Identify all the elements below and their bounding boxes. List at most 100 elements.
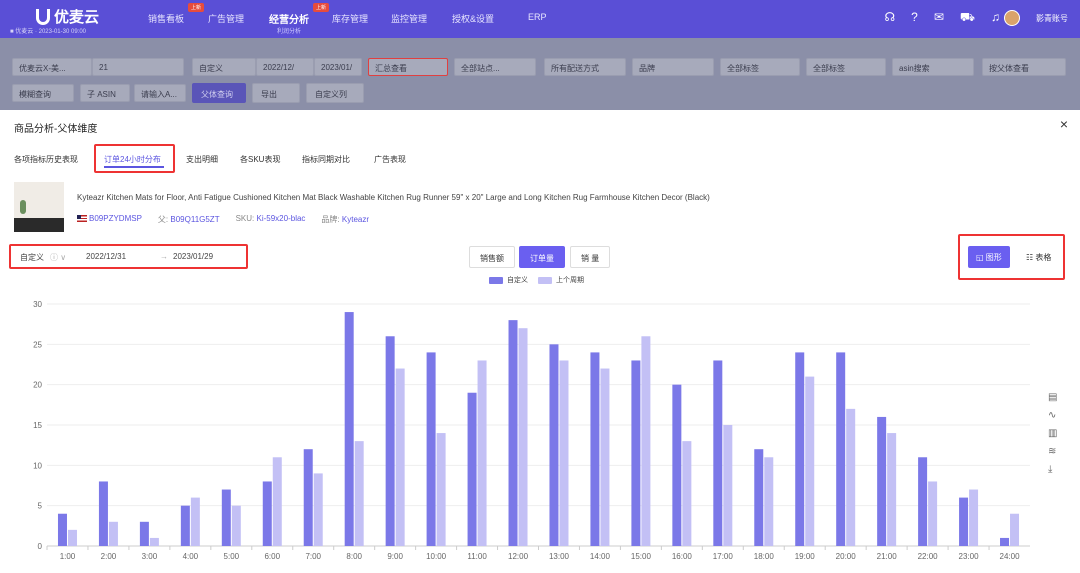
bar-current[interactable] xyxy=(672,384,682,546)
brand-select[interactable]: 品牌 xyxy=(632,58,714,76)
bar-current[interactable] xyxy=(590,352,600,546)
bar-previous[interactable] xyxy=(108,521,118,546)
export-button[interactable]: 导出 xyxy=(252,83,300,103)
nav-auth-settings[interactable]: 授权&设置 xyxy=(452,12,494,25)
bar-previous[interactable] xyxy=(682,441,692,546)
bell-icon[interactable]: ♫ xyxy=(991,10,1000,26)
tab-sku[interactable]: 各SKU表现 xyxy=(240,154,280,165)
avatar[interactable] xyxy=(1004,10,1020,26)
count-select[interactable]: 21 xyxy=(92,58,184,76)
legend-item-current[interactable]: 自定义 xyxy=(489,275,528,285)
bar-current[interactable] xyxy=(385,336,395,546)
product-asin[interactable]: B09PZYDMSP xyxy=(77,214,142,225)
nav-business-analysis[interactable]: 经营分析 利润分析 xyxy=(269,11,309,35)
bar-previous[interactable] xyxy=(395,368,405,546)
bar-current[interactable] xyxy=(344,312,354,546)
bar-current[interactable] xyxy=(631,360,641,546)
message-icon[interactable]: ✉ xyxy=(934,10,944,26)
bar-previous[interactable] xyxy=(723,425,733,546)
bar-previous[interactable] xyxy=(764,457,774,546)
tag-select-2[interactable]: 全部标签 xyxy=(806,58,886,76)
bar-previous[interactable] xyxy=(600,368,610,546)
date-start-input[interactable]: 2022/12/ xyxy=(256,58,314,76)
user-name[interactable]: 影青账号 xyxy=(1036,13,1068,24)
bar-current[interactable] xyxy=(877,416,887,546)
bar-current[interactable] xyxy=(467,392,477,546)
nav-inventory[interactable]: 库存管理 xyxy=(332,12,368,25)
data-view-icon[interactable]: ▤ xyxy=(1048,392,1057,403)
parent-query-button[interactable]: 父体查询 xyxy=(192,83,246,103)
asin-type-select[interactable]: 子 ASIN xyxy=(80,84,130,102)
bar-previous[interactable] xyxy=(559,360,569,546)
download-icon[interactable]: ⤓ xyxy=(1048,464,1057,475)
bar-previous[interactable] xyxy=(846,408,856,546)
bar-current[interactable] xyxy=(262,481,272,546)
bar-current[interactable] xyxy=(959,497,969,546)
site-select[interactable]: 全部站点... xyxy=(454,58,536,76)
bar-previous[interactable] xyxy=(887,433,897,546)
asin-search-input[interactable]: asin搜索 xyxy=(892,58,974,76)
headset-icon[interactable]: ☊ xyxy=(884,10,895,26)
tab-expenses[interactable]: 支出明细 xyxy=(186,154,218,165)
bar-previous[interactable] xyxy=(436,433,446,546)
bar-previous[interactable] xyxy=(231,505,241,546)
bar-previous[interactable] xyxy=(149,537,159,546)
asin-input[interactable]: 请输入A... xyxy=(134,84,186,102)
cart-icon[interactable]: ⛟ xyxy=(960,10,975,26)
close-icon[interactable]: × xyxy=(1060,116,1068,132)
bar-current[interactable] xyxy=(1000,537,1010,546)
stack-icon[interactable]: ≋ xyxy=(1048,446,1057,457)
tag-select[interactable]: 全部标签 xyxy=(720,58,800,76)
product-parent: 父: B09Q11G5ZT xyxy=(157,215,220,224)
bar-previous[interactable] xyxy=(641,336,651,546)
date-mode-select[interactable]: 自定义 xyxy=(192,58,256,76)
parent-view-select[interactable]: 按父体查看 xyxy=(982,58,1066,76)
nav-erp[interactable]: ERP xyxy=(528,12,547,22)
bar-current[interactable] xyxy=(549,344,559,546)
bar-previous[interactable] xyxy=(518,328,528,546)
bar-current[interactable] xyxy=(57,513,67,546)
tab-ads[interactable]: 广告表现 xyxy=(374,154,406,165)
bar-current[interactable] xyxy=(426,352,436,546)
bar-current[interactable] xyxy=(98,481,108,546)
help-icon[interactable]: ? xyxy=(911,10,918,26)
nav-sales-board[interactable]: 销售看板 xyxy=(148,12,184,25)
metric-units-button[interactable]: 销 量 xyxy=(570,246,611,268)
tab-history[interactable]: 各项指标历史表现 xyxy=(14,154,78,165)
bar-previous[interactable] xyxy=(313,473,323,546)
bar-previous[interactable] xyxy=(272,457,282,546)
custom-columns-button[interactable]: 自定义列 xyxy=(306,83,364,103)
bar-previous[interactable] xyxy=(969,489,979,546)
date-end-input[interactable]: 2023/01/ xyxy=(314,58,362,76)
nav-monitor[interactable]: 监控管理 xyxy=(391,12,427,25)
bar-current[interactable] xyxy=(754,449,764,546)
bar-previous[interactable] xyxy=(67,529,77,546)
legend-item-previous[interactable]: 上个周期 xyxy=(538,275,584,285)
bar-current[interactable] xyxy=(508,320,518,546)
store-select[interactable]: 优麦云X-美... xyxy=(12,58,92,76)
bar-current[interactable] xyxy=(713,360,723,546)
bar-previous[interactable] xyxy=(477,360,487,546)
nav-ad-management[interactable]: 广告管理 xyxy=(208,12,244,25)
bar-previous[interactable] xyxy=(1010,513,1020,546)
app-logo[interactable]: 优麦云 xyxy=(36,6,99,27)
bar-current[interactable] xyxy=(221,489,231,546)
bar-previous[interactable] xyxy=(928,481,938,546)
bar-current[interactable] xyxy=(836,352,846,546)
bar-chart-icon[interactable]: ▥ xyxy=(1048,428,1057,439)
bar-previous[interactable] xyxy=(354,441,364,546)
bar-current[interactable] xyxy=(795,352,805,546)
fulfillment-select[interactable]: 所有配送方式 xyxy=(544,58,626,76)
bar-current[interactable] xyxy=(139,521,149,546)
bar-current[interactable] xyxy=(180,505,190,546)
bar-current[interactable] xyxy=(918,457,928,546)
bar-current[interactable] xyxy=(303,449,313,546)
tab-yoy[interactable]: 指标同期对比 xyxy=(302,154,350,165)
bar-previous[interactable] xyxy=(190,497,200,546)
fuzzy-search-select[interactable]: 模糊查询 xyxy=(12,84,74,102)
metric-orders-button[interactable]: 订单量 xyxy=(519,246,565,268)
metric-sales-button[interactable]: 销售额 xyxy=(469,246,515,268)
bar-previous[interactable] xyxy=(805,376,815,546)
summary-view-select[interactable]: 汇总查看 xyxy=(368,58,448,76)
line-chart-icon[interactable]: ∿ xyxy=(1048,410,1057,421)
